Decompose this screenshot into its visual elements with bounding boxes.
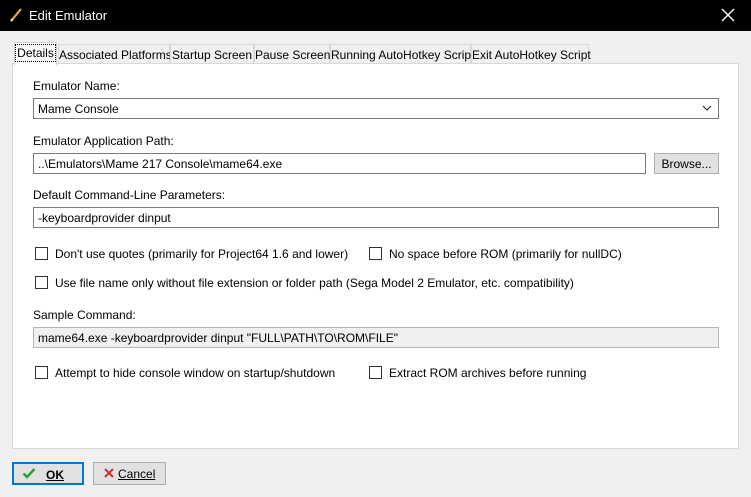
- title-bar: Edit Emulator: [0, 0, 751, 31]
- checkbox-box[interactable]: [369, 366, 382, 379]
- tab-associated-platforms[interactable]: Associated Platforms: [58, 44, 172, 64]
- extract-rom-archives-checkbox[interactable]: Extract ROM archives before running: [369, 366, 589, 380]
- cancel-button[interactable]: Cancel: [93, 462, 166, 485]
- emulator-name-label: Emulator Name:: [33, 79, 120, 93]
- application-path-input[interactable]: ..\Emulators\Mame 217 Console\mame64.exe: [33, 153, 646, 174]
- close-button[interactable]: [705, 0, 751, 31]
- emulator-name-dropdown[interactable]: Mame Console: [33, 98, 719, 119]
- sample-command-field: mame64.exe -keyboardprovider dinput "FUL…: [33, 327, 719, 348]
- cancel-label: Cancel: [118, 467, 156, 481]
- sample-command-label: Sample Command:: [33, 308, 136, 322]
- emulator-name-value: Mame Console: [38, 102, 119, 116]
- pencil-icon: [9, 7, 23, 23]
- tab-running-autohotkey-script[interactable]: Running AutoHotkey Script: [330, 44, 474, 64]
- command-line-parameters-label: Default Command-Line Parameters:: [33, 188, 226, 202]
- cancel-x-icon: [104, 468, 114, 478]
- no-space-before-rom-checkbox[interactable]: No space before ROM (primarily for nullD…: [369, 247, 622, 261]
- tab-pause-screen[interactable]: Pause Screen: [254, 44, 330, 64]
- checkbox-box[interactable]: [369, 247, 382, 260]
- ok-label: OK: [46, 468, 64, 482]
- details-panel: Emulator Name: Mame Console Emulator App…: [12, 63, 739, 449]
- close-icon: [721, 8, 735, 22]
- chevron-down-icon: [702, 105, 712, 111]
- browse-button[interactable]: Browse...: [654, 153, 719, 174]
- checkbox-box[interactable]: [35, 276, 48, 289]
- dont-use-quotes-checkbox[interactable]: Don't use quotes (primarily for Project6…: [35, 247, 348, 261]
- tab-exit-autohotkey-script[interactable]: Exit AutoHotkey Script: [471, 44, 591, 64]
- checkmark-icon: [22, 468, 36, 479]
- application-path-label: Emulator Application Path:: [33, 134, 174, 148]
- ok-button[interactable]: OK: [12, 462, 84, 485]
- checkbox-box[interactable]: [35, 366, 48, 379]
- tab-details[interactable]: Details: [14, 42, 57, 65]
- command-line-parameters-input[interactable]: -keyboardprovider dinput: [33, 207, 719, 228]
- checkbox-box[interactable]: [35, 247, 48, 260]
- window-title: Edit Emulator: [29, 8, 108, 23]
- hide-console-checkbox[interactable]: Attempt to hide console window on startu…: [35, 366, 335, 380]
- file-name-only-checkbox[interactable]: Use file name only without file extensio…: [35, 276, 574, 290]
- tab-startup-screen[interactable]: Startup Screen: [170, 44, 254, 64]
